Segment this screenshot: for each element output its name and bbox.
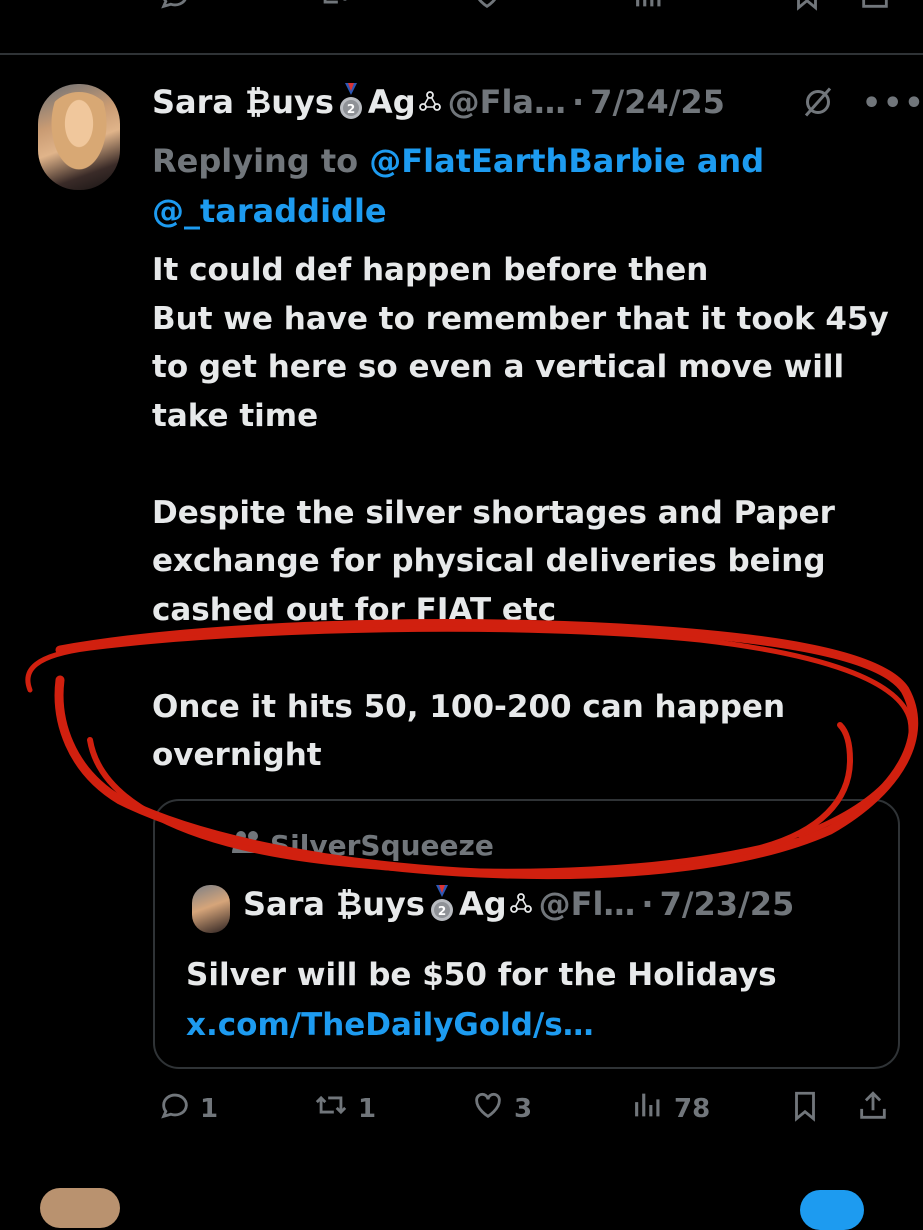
quote-author-name: Sara ₿uys — [243, 885, 425, 923]
previous-reply-count: 1 — [202, 0, 220, 2]
community-icon — [232, 829, 262, 862]
bookmark-button[interactable] — [788, 1088, 822, 1131]
heart-icon[interactable] — [470, 0, 504, 16]
molecule-icon — [418, 83, 442, 121]
quote-community[interactable]: SilverSqueeze — [232, 829, 494, 862]
reply-icon — [158, 1088, 192, 1129]
author-avatar[interactable] — [38, 84, 120, 190]
quote-link[interactable]: x.com/TheDailyGold/s… — [186, 1000, 876, 1050]
share-icon[interactable] — [858, 0, 892, 16]
reply-button[interactable]: 1 — [158, 1088, 218, 1129]
tweet-line: Once it hits 50, 100-200 can happen over… — [152, 688, 786, 774]
replying-to: Replying to @FlatEarthBarbie and @_tarad… — [152, 136, 872, 236]
heart-icon — [470, 1088, 506, 1129]
quote-body: Silver will be $50 for the Holidays x.co… — [186, 950, 876, 1050]
compose-fab[interactable] — [800, 1190, 864, 1230]
quote-text: Silver will be $50 for the Holidays — [186, 957, 777, 993]
tweet-header: Sara ₿uys 2 Ag @Fla… · 7/24/25 — [152, 80, 725, 124]
quote-separator: · — [641, 885, 654, 923]
share-icon — [856, 1088, 890, 1131]
author-suffix: Ag — [367, 83, 416, 121]
views-button[interactable]: 78 — [630, 1088, 710, 1129]
svg-text:2: 2 — [438, 904, 446, 918]
previous-tweet-actions: 1 105 — [0, 0, 923, 22]
separator: · — [572, 83, 585, 121]
author-name[interactable]: Sara ₿uys — [152, 83, 334, 121]
tweet-line: But we have to remember that it took 45y… — [152, 300, 889, 434]
tweet-actions: 1 1 3 78 — [0, 1088, 923, 1138]
tweet-line — [152, 440, 892, 489]
bookmark-icon — [788, 1088, 822, 1131]
more-icon[interactable]: ••• — [862, 86, 923, 121]
like-button[interactable]: 3 — [470, 1088, 532, 1129]
community-name: SilverSqueeze — [270, 829, 494, 862]
quote-author-avatar — [192, 885, 230, 933]
tweet-line: Despite the silver shortages and Paper e… — [152, 494, 835, 628]
replying-and: and — [685, 142, 765, 180]
tweet-body: It could def happen before then But we h… — [152, 246, 892, 780]
like-count: 3 — [514, 1093, 533, 1124]
repost-button[interactable]: 1 — [312, 1088, 376, 1129]
quote-date: 7/23/25 — [659, 885, 795, 923]
replying-prefix: Replying to — [152, 142, 370, 180]
quote-author-suffix: Ag — [458, 885, 507, 923]
mention-flatearthbarbie[interactable]: @FlatEarthBarbie — [369, 142, 685, 180]
repost-count: 1 — [358, 1093, 377, 1124]
bookmark-icon[interactable] — [790, 0, 824, 16]
views-count: 78 — [674, 1093, 711, 1124]
reply-icon[interactable] — [158, 0, 192, 16]
repost-icon[interactable] — [318, 0, 352, 16]
mention-taraddidle[interactable]: @_taraddidle — [152, 192, 387, 230]
medal-icon: 2 — [429, 885, 455, 923]
grok-icon[interactable] — [800, 84, 836, 124]
next-tweet-avatar[interactable] — [40, 1188, 120, 1228]
author-handle[interactable]: @Fla… — [448, 83, 566, 121]
tweet-date[interactable]: 7/24/25 — [590, 83, 725, 121]
medal-icon: 2 — [338, 83, 364, 121]
reply-count: 1 — [200, 1093, 219, 1124]
svg-text:2: 2 — [347, 102, 355, 116]
views-icon — [630, 1088, 666, 1129]
tweet-line — [152, 634, 892, 683]
molecule-icon — [509, 885, 533, 923]
tweet-line: It could def happen before then — [152, 252, 709, 288]
repost-icon — [312, 1088, 350, 1129]
previous-views-count: 105 — [676, 0, 730, 2]
tweet-divider — [0, 53, 923, 55]
views-icon[interactable] — [632, 0, 666, 16]
quote-header: Sara ₿uys 2 Ag @Fl… · 7/23/25 — [243, 885, 794, 923]
share-button[interactable] — [856, 1088, 890, 1131]
quote-handle: @Fl… — [538, 885, 636, 923]
